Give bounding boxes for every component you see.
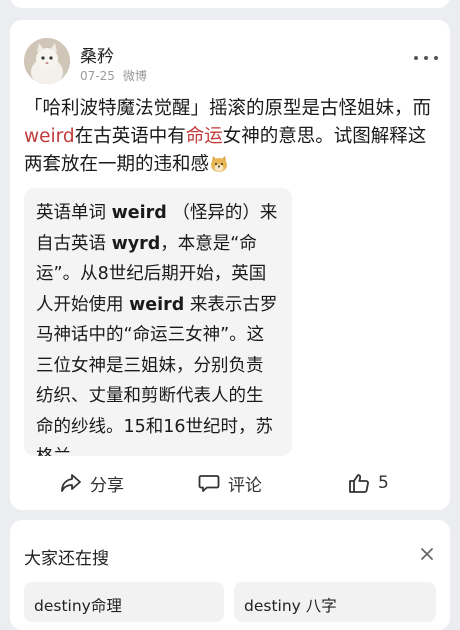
share-button[interactable]: 分享 xyxy=(60,468,124,498)
post-action-bar: 分享 评论 5 xyxy=(10,468,450,498)
quote-bold-word: weird xyxy=(129,294,185,315)
close-button[interactable] xyxy=(420,546,434,560)
keyword-link-fate[interactable]: 命运 xyxy=(186,126,223,147)
post-card: 桑矜 07-25 微博 「哈利波特魔法觉醒」摇滚的原型是古怪姐妹，而weird在古… xyxy=(10,20,450,510)
post-meta: 07-25 微博 xyxy=(80,67,147,84)
post-text-part: 在古英语中有 xyxy=(74,126,186,147)
search-suggestion-chip[interactable]: destiny命理 xyxy=(24,582,224,622)
like-button[interactable]: 5 xyxy=(348,468,389,498)
like-count: 5 xyxy=(378,473,389,493)
post-source: 微博 xyxy=(122,69,147,83)
quote-bold-word: weird xyxy=(111,203,167,223)
thumbs-up-icon xyxy=(349,474,369,493)
share-label: 分享 xyxy=(90,475,124,496)
quote-bold-word: wyrd xyxy=(111,233,161,254)
more-dot-icon xyxy=(434,56,438,60)
close-icon xyxy=(421,548,433,560)
keyword-link-weird[interactable]: weird xyxy=(24,126,75,147)
doge-emoji-icon xyxy=(209,154,229,172)
quote-text-part: 来表示古罗马神话中的“命运三女神”。这三位女神是三姐妹，分别负责纺织、丈量和剪断… xyxy=(36,294,278,457)
post-text-part: 「哈利波特魔法觉醒」摇滚的原型是古怪姐妹，而 xyxy=(24,98,432,119)
post-body: 「哈利波特魔法觉醒」摇滚的原型是古怪姐妹，而weird在古英语中有命运女神的意思… xyxy=(24,95,440,179)
comment-button[interactable]: 评论 xyxy=(198,468,262,498)
quoted-image[interactable]: 英语单词 weird （怪异的）来自古英语 wyrd，本意是“命运”。从8世纪后… xyxy=(24,188,292,456)
search-suggestion-chip[interactable]: destiny 八字 xyxy=(234,582,436,622)
quote-text-part: 英语单词 xyxy=(36,203,112,223)
quoted-text: 英语单词 weird （怪异的）来自古英语 wyrd，本意是“命运”。从8世纪后… xyxy=(36,198,280,456)
previous-card xyxy=(10,0,450,8)
post-date: 07-25 xyxy=(80,69,115,83)
comment-icon xyxy=(198,475,220,492)
more-options-button[interactable] xyxy=(414,50,438,66)
share-icon xyxy=(61,474,81,492)
more-dot-icon xyxy=(424,56,428,60)
related-search-card: 大家还在搜 destiny命理 destiny 八字 xyxy=(10,520,450,630)
author-name[interactable]: 桑矜 xyxy=(80,42,114,67)
cat-avatar-image xyxy=(24,38,70,84)
more-dot-icon xyxy=(414,56,418,60)
avatar[interactable] xyxy=(24,38,70,84)
comment-label: 评论 xyxy=(228,475,262,496)
related-search-title: 大家还在搜 xyxy=(24,549,109,569)
